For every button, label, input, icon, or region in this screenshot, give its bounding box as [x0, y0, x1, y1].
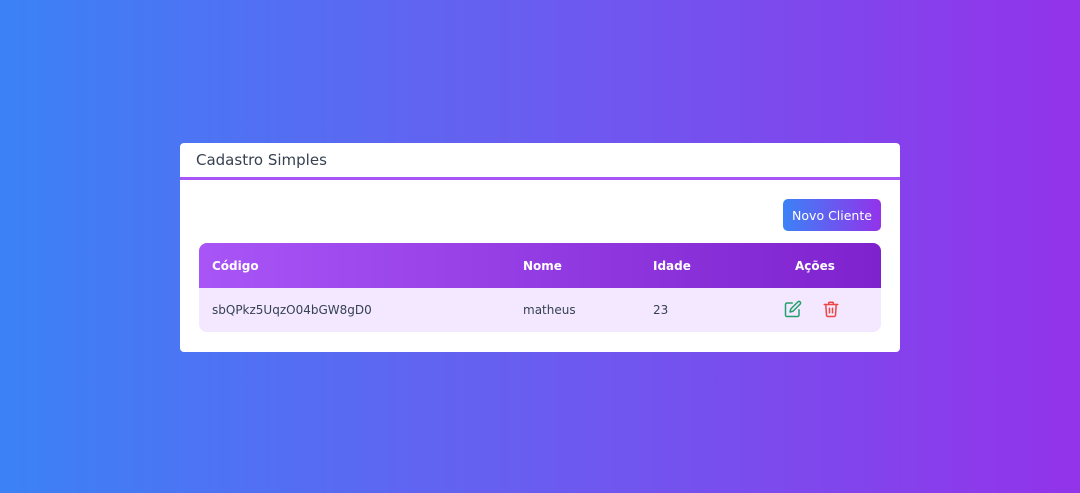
- card-title: Cadastro Simples: [196, 151, 327, 169]
- edit-icon: [784, 300, 802, 318]
- header-acoes: Ações: [795, 258, 835, 273]
- client-card: Cadastro Simples Novo Cliente Código Nom…: [180, 143, 900, 352]
- edit-button[interactable]: [783, 299, 803, 319]
- table-header: Código Nome Idade Ações: [199, 243, 881, 288]
- trash-icon: [823, 301, 839, 318]
- header-codigo: Código: [212, 258, 259, 273]
- cell-nome: matheus: [523, 303, 576, 317]
- cell-idade: 23: [653, 303, 669, 317]
- new-client-button[interactable]: Novo Cliente: [783, 199, 881, 231]
- cell-codigo: sbQPkz5UqzO04bGW8gD0: [212, 303, 372, 317]
- table-row: sbQPkz5UqzO04bGW8gD0 matheus 23: [199, 288, 881, 332]
- card-header: Cadastro Simples: [180, 143, 900, 180]
- clients-table: Código Nome Idade Ações sbQPkz5UqzO04bGW…: [199, 243, 881, 332]
- delete-button[interactable]: [821, 299, 841, 319]
- header-idade: Idade: [653, 258, 691, 273]
- header-nome: Nome: [523, 258, 562, 273]
